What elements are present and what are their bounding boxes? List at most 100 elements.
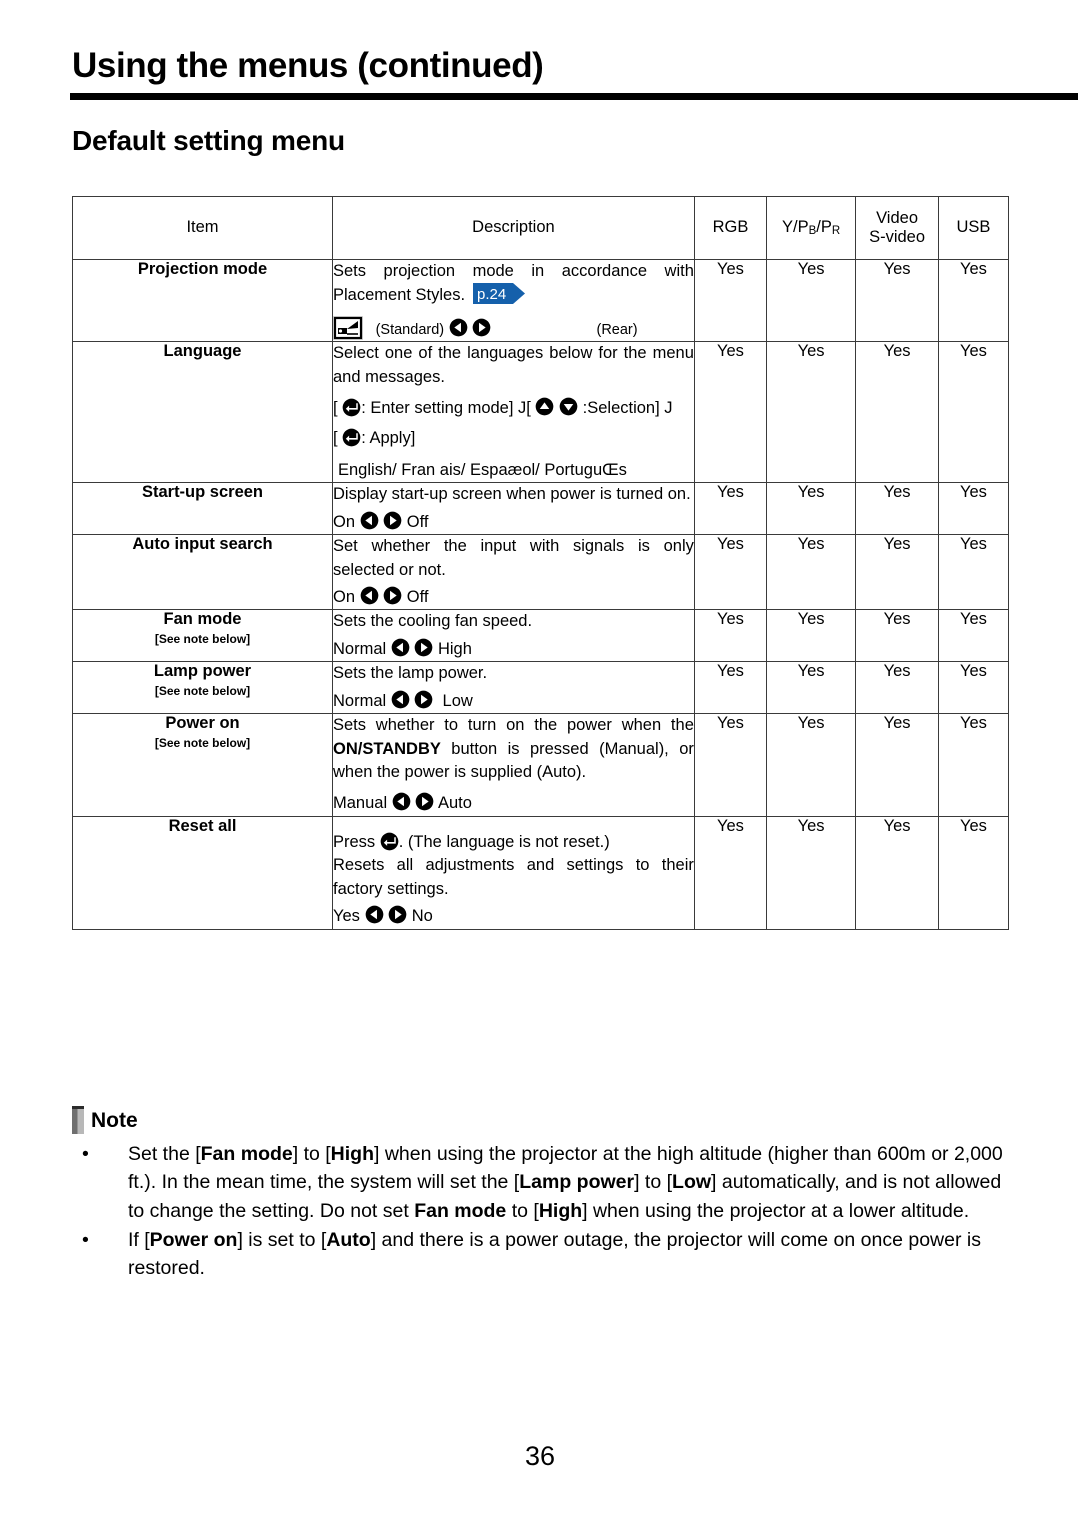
row-item-projection-mode: Projection mode (72, 258, 333, 343)
support-usb: Yes (937, 482, 1010, 536)
note-list-item: • Set the [Fan mode] to [High] when usin… (72, 1140, 1012, 1225)
arrow-right-circle-icon[interactable] (414, 638, 433, 657)
support-usb: Yes (937, 258, 1010, 343)
table-row: Power on [See note below] Sets whether t… (72, 713, 1010, 817)
note-text: If [Power on] is set to [Auto] and there… (128, 1228, 981, 1280)
support-video: Yes (855, 661, 939, 715)
support-ypbpr: Yes (766, 609, 857, 663)
row-description-auto-input-search: Set whether the input with signals is on… (332, 534, 695, 611)
support-rgb: Yes (693, 258, 768, 343)
projector-standard-icon (333, 315, 363, 340)
support-rgb: Yes (693, 609, 768, 663)
bullet-icon: • (82, 1143, 89, 1165)
projection-option-left: (Standard) (375, 321, 445, 338)
support-video: Yes (855, 609, 939, 663)
arrow-right-circle-icon[interactable] (472, 318, 491, 337)
arrow-right-circle-icon[interactable] (383, 511, 402, 530)
row-description-start-up-screen: Display start-up screen when power is tu… (332, 482, 695, 536)
page-reference-label: p.24 (477, 286, 506, 303)
enter-key-icon[interactable] (380, 832, 399, 851)
note-header: Note (72, 1106, 1012, 1134)
support-rgb: Yes (693, 534, 768, 611)
support-usb: Yes (937, 609, 1010, 663)
arrow-right-circle-icon[interactable] (414, 690, 433, 709)
support-ypbpr: Yes (766, 534, 857, 611)
arrow-right-circle-icon[interactable] (415, 792, 434, 811)
table-row: Fan mode [See note below] Sets the cooli… (72, 609, 1010, 663)
document-page: Using the menus (continued) Default sett… (0, 0, 1080, 1529)
row-item-start-up-screen: Start-up screen (72, 482, 333, 536)
column-header-description: Description (332, 196, 695, 260)
arrow-left-circle-icon[interactable] (365, 905, 384, 924)
arrow-left-circle-icon[interactable] (449, 318, 468, 337)
arrow-left-circle-icon[interactable] (360, 511, 379, 530)
enter-key-icon[interactable] (342, 398, 361, 417)
support-rgb: Yes (693, 713, 768, 817)
support-video: Yes (855, 341, 939, 484)
table-row: Auto input search Set whether the input … (72, 534, 1010, 611)
row-item-auto-input-search: Auto input search (72, 534, 333, 611)
arrow-left-circle-icon[interactable] (391, 690, 410, 709)
arrow-down-circle-icon[interactable] (559, 397, 578, 416)
support-rgb: Yes (693, 482, 768, 536)
column-header-rgb: RGB (693, 196, 768, 260)
table-row: Start-up screen Display start-up screen … (72, 482, 1010, 536)
row-item-lamp-power: Lamp power [See note below] (72, 661, 333, 715)
title-rule (70, 93, 1078, 100)
column-header-item: Item (72, 196, 333, 260)
arrow-left-circle-icon[interactable] (391, 638, 410, 657)
arrow-right-circle-icon[interactable] (388, 905, 407, 924)
table-row: Reset all Press . (The language is not r… (72, 815, 1010, 930)
note-label: Note (91, 1108, 138, 1132)
row-item-power-on: Power on [See note below] (72, 713, 333, 817)
see-note-label: [See note below] (154, 735, 251, 750)
note-section: Note • Set the [Fan mode] to [High] when… (72, 1106, 1012, 1283)
arrow-up-circle-icon[interactable] (535, 397, 554, 416)
table-row: Projection mode Sets projection mode in … (72, 258, 1010, 343)
support-ypbpr: Yes (766, 482, 857, 536)
column-header-usb: USB (937, 196, 1010, 260)
row-description-fan-mode: Sets the cooling fan speed. Normal High (332, 609, 695, 663)
page-header: Using the menus (continued) (70, 46, 1078, 100)
support-video: Yes (855, 815, 939, 930)
note-list-item: • If [Power on] is set to [Auto] and the… (72, 1226, 1012, 1283)
support-video: Yes (855, 534, 939, 611)
see-note-label: [See note below] (154, 684, 251, 699)
see-note-label: [See note below] (154, 632, 251, 647)
support-rgb: Yes (693, 661, 768, 715)
table-row: Lamp power [See note below] Sets the lam… (72, 661, 1010, 715)
page-title: Using the menus (continued) (72, 46, 544, 85)
row-item-reset-all: Reset all (72, 815, 333, 930)
arrow-right-circle-icon[interactable] (383, 586, 402, 605)
column-header-ypbpr: Y/PB/PR (766, 196, 857, 260)
support-usb: Yes (937, 341, 1010, 484)
support-rgb: Yes (693, 341, 768, 484)
bullet-icon: • (82, 1228, 89, 1251)
support-ypbpr: Yes (766, 661, 857, 715)
table-header-row: Item Description RGB Y/PB/PR Video S-vide… (72, 196, 1010, 260)
arrow-left-circle-icon[interactable] (392, 792, 411, 811)
support-video: Yes (855, 258, 939, 343)
row-item-language: Language (72, 341, 333, 484)
row-item-fan-mode: Fan mode [See note below] (72, 609, 333, 663)
support-usb: Yes (937, 815, 1010, 930)
support-ypbpr: Yes (766, 258, 857, 343)
row-description-lamp-power: Sets the lamp power. Normal Low (332, 661, 695, 715)
support-usb: Yes (937, 534, 1010, 611)
row-description-power-on: Sets whether to turn on the power when t… (332, 713, 695, 817)
note-flag-icon (72, 1106, 84, 1134)
note-text: Set the [Fan mode] to [High] when using … (128, 1143, 1003, 1222)
row-description-reset-all: Press . (The language is not reset.) Res… (332, 815, 695, 930)
default-setting-menu-table: Item Description RGB Y/PB/PR Video S-vide… (72, 196, 1010, 930)
arrow-left-circle-icon[interactable] (360, 586, 379, 605)
support-rgb: Yes (693, 815, 768, 930)
section-title: Default setting menu (72, 125, 345, 156)
column-header-video: Video S-video (855, 196, 939, 260)
row-description-projection-mode: Sets projection mode in accordance with … (332, 258, 695, 343)
support-usb: Yes (937, 713, 1010, 817)
page-reference-badge[interactable]: p.24 (472, 283, 525, 305)
support-video: Yes (855, 713, 939, 817)
enter-key-icon[interactable] (342, 428, 361, 447)
support-usb: Yes (937, 661, 1010, 715)
page-number: 36 (524, 1441, 556, 1471)
